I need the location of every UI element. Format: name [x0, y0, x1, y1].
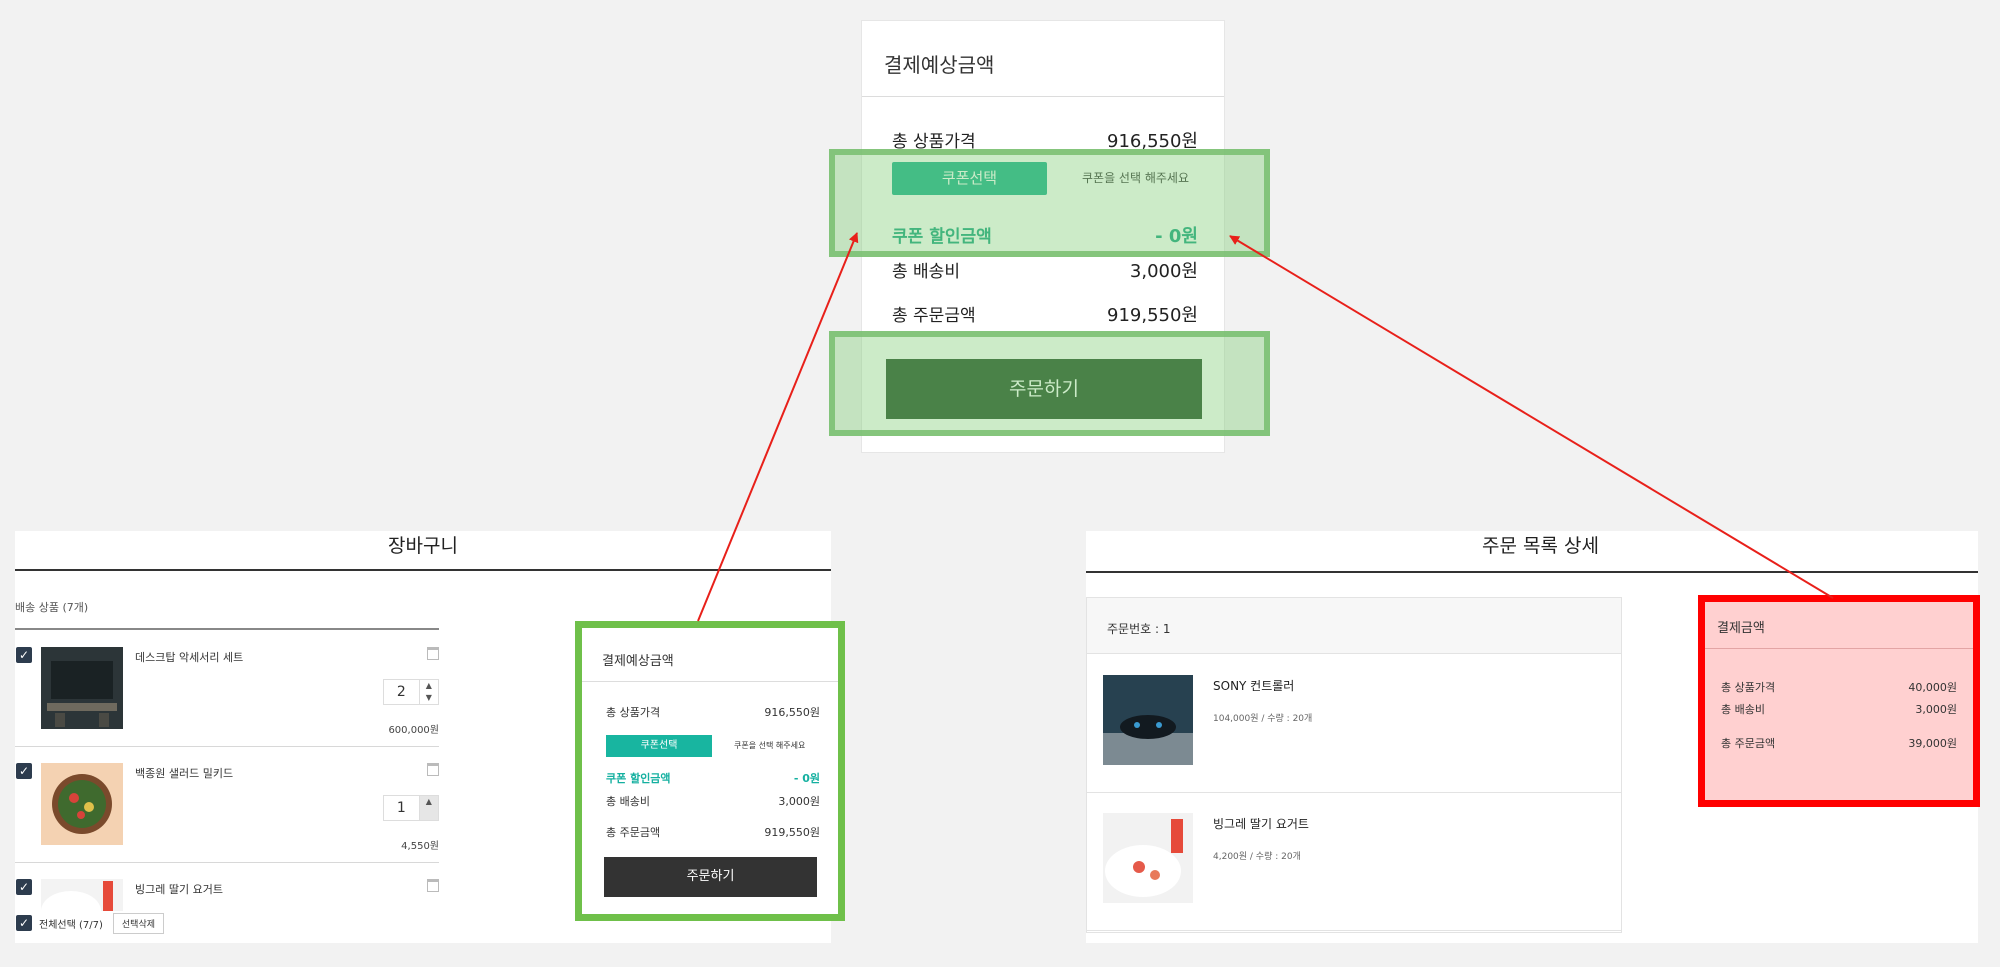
divider — [862, 96, 1224, 97]
order-total-label: 총 주문금액 — [892, 306, 976, 326]
cart-payment-summary: 결제예상금액 총 상품가격 916,550원 쿠폰선택 쿠폰을 선택 해주세요 … — [575, 621, 845, 921]
payment-amount-box: 결제금액 총 상품가격 40,000원 총 배송비 3,000원 총 주문금액 … — [1698, 595, 1980, 807]
cart-item: ✓ 백종원 샐러드 밀키드 1 ▲ 4,550원 — [15, 747, 439, 863]
product-thumbnail-salad — [41, 763, 123, 845]
shipping-value: 3,000원 — [1129, 261, 1198, 282]
divider — [1705, 648, 1973, 649]
coupon-select-button[interactable]: 쿠폰선택 — [606, 735, 712, 757]
mini-shipping-row: 총 배송비 3,000원 — [606, 793, 820, 809]
mini-coupon-discount-row: 쿠폰 할인금액 - 0원 — [606, 770, 820, 786]
order-detail-panel: 주문 목록 상세 주문번호 : 1 SONY 컨트롤러 104,000원 / 수… — [1086, 531, 1980, 943]
mini-product-total-row: 총 상품가격 916,550원 — [606, 704, 820, 720]
trash-icon[interactable] — [427, 763, 439, 776]
item-checkbox[interactable]: ✓ — [16, 879, 32, 895]
section-divider — [15, 628, 439, 630]
order-item-meta: 104,000원 / 수량 : 20개 — [1213, 714, 1313, 724]
order-detail-title: 주문 목록 상세 — [1482, 535, 1599, 557]
shipping-value: 3,000원 — [778, 795, 820, 808]
product-thumbnail-yogurt — [41, 879, 123, 911]
coupon-hint-text: 쿠폰을 선택 해주세요 — [734, 741, 806, 750]
pay-shipping-row: 총 배송비 3,000원 — [1721, 701, 1957, 717]
shipping-label: 총 배송비 — [1721, 703, 1765, 716]
item-name: 백종원 샐러드 밀키드 — [135, 767, 234, 780]
order-total-value: 39,000원 — [1908, 737, 1957, 750]
order-items-box: 주문번호 : 1 SONY 컨트롤러 104,000원 / 수량 : 20개 빙… — [1086, 597, 1622, 933]
trash-icon[interactable] — [427, 647, 439, 660]
pay-product-total-row: 총 상품가격 40,000원 — [1721, 679, 1957, 695]
order-total-label: 총 주문금액 — [606, 826, 661, 839]
select-all-label: 전체선택 (7/7) — [39, 919, 103, 931]
product-total-label: 총 상품가격 — [606, 706, 661, 719]
product-total-value: 916,550원 — [764, 706, 820, 719]
coupon-highlight-box — [829, 149, 1270, 257]
payment-title: 결제금액 — [1717, 621, 1765, 636]
item-price: 600,000원 — [388, 725, 439, 736]
select-all-checkbox[interactable]: ✓ — [16, 915, 32, 931]
shipping-label: 총 배송비 — [892, 262, 960, 282]
top-order-total-row: 총 주문금액 919,550원 — [892, 301, 1198, 327]
item-price: 4,550원 — [401, 841, 439, 852]
order-total-value: 919,550원 — [1107, 305, 1198, 326]
divider — [582, 681, 838, 682]
order-button[interactable]: 주문하기 — [604, 857, 817, 897]
order-item-name: SONY 컨트롤러 — [1213, 679, 1295, 693]
pay-order-total-row: 총 주문금액 39,000원 — [1721, 735, 1957, 751]
title-underline — [15, 569, 831, 571]
cart-footer: ✓ 전체선택 (7/7) 선택삭제 — [15, 911, 165, 935]
cart-item: ✓ 데스크탑 악세서리 세트 2 ▲ ▼ 600,000원 — [15, 631, 439, 747]
order-item-name: 빙그레 딸기 요거트 — [1213, 817, 1309, 831]
order-button-highlight-box — [829, 331, 1270, 436]
order-item: 빙그레 딸기 요거트 4,200원 / 수량 : 20개 — [1087, 793, 1621, 931]
cart-item: ✓ 빙그레 딸기 요거트 — [15, 863, 439, 911]
product-thumbnail-yogurt — [1103, 813, 1193, 903]
coupon-discount-value: - 0원 — [793, 772, 820, 785]
shipping-label: 총 배송비 — [606, 795, 650, 808]
order-total-value: 919,550원 — [764, 826, 820, 839]
trash-icon[interactable] — [427, 879, 439, 892]
quantity-stepper[interactable]: 1 ▲ — [383, 795, 439, 821]
order-item-meta: 4,200원 / 수량 : 20개 — [1213, 852, 1301, 862]
item-name: 데스크탑 악세서리 세트 — [135, 651, 244, 664]
item-checkbox[interactable]: ✓ — [16, 647, 32, 663]
quantity-value: 2 — [396, 684, 406, 700]
product-total-value: 40,000원 — [1908, 681, 1957, 694]
shipping-value: 3,000원 — [1915, 703, 1957, 716]
cart-title: 장바구니 — [388, 535, 458, 557]
product-thumbnail-controller — [1103, 675, 1193, 765]
cart-panel: 장바구니 배송 상품 (7개) ✓ 데스크탑 악세서리 세트 2 ▲ ▼ 600,… — [15, 531, 845, 943]
top-shipping-row: 총 배송비 3,000원 — [892, 257, 1198, 283]
product-total-label: 총 상품가격 — [1721, 681, 1776, 694]
top-summary-title: 결제예상금액 — [884, 53, 995, 77]
quantity-value: 1 — [396, 800, 406, 816]
mini-order-total-row: 총 주문금액 919,550원 — [606, 824, 820, 840]
item-checkbox[interactable]: ✓ — [16, 763, 32, 779]
coupon-discount-label: 쿠폰 할인금액 — [606, 772, 671, 785]
product-thumbnail-desk — [41, 647, 123, 729]
cart-section-label: 배송 상품 (7개) — [15, 601, 89, 614]
item-name: 빙그레 딸기 요거트 — [135, 883, 223, 896]
quantity-stepper[interactable]: 2 ▲ ▼ — [383, 679, 439, 705]
stepper-arrows-icon[interactable]: ▲ — [418, 796, 438, 820]
mini-summary-title: 결제예상금액 — [602, 654, 674, 669]
delete-selected-button[interactable]: 선택삭제 — [112, 912, 165, 934]
title-underline — [1086, 571, 1978, 573]
stepper-arrows-icon[interactable]: ▲ ▼ — [418, 680, 438, 704]
order-number: 주문번호 : 1 — [1087, 598, 1621, 654]
order-total-label: 총 주문금액 — [1721, 737, 1776, 750]
order-item: SONY 컨트롤러 104,000원 / 수량 : 20개 — [1087, 655, 1621, 793]
